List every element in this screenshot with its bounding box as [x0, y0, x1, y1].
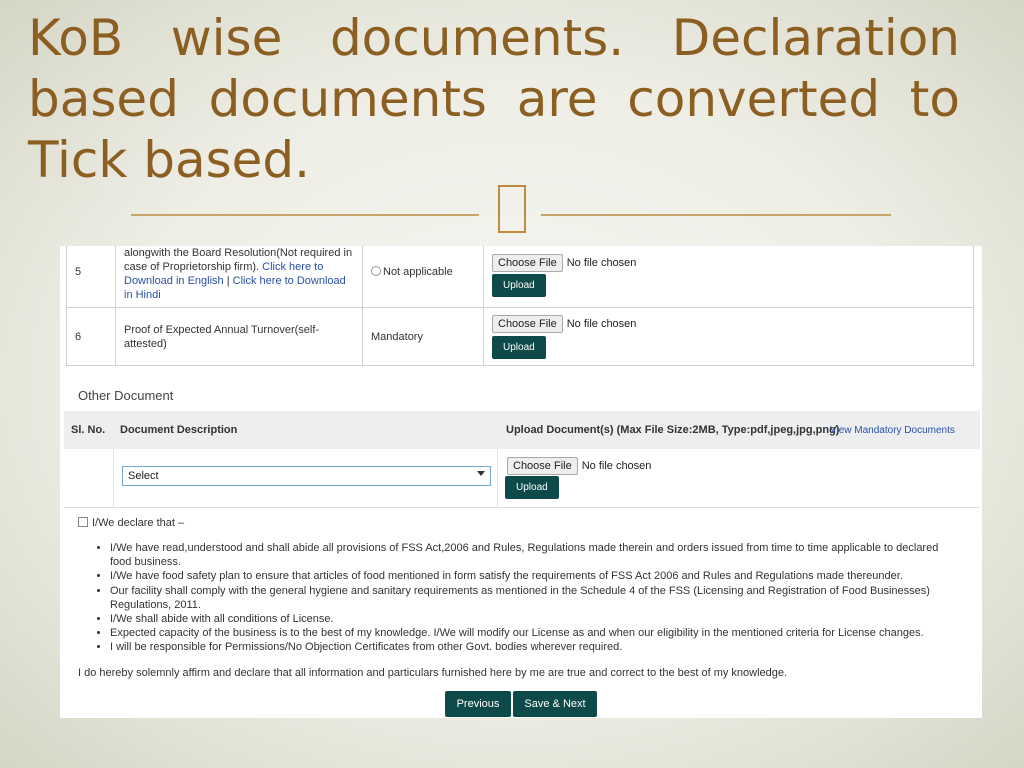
- other-upload-controls: Choose File No file chosen: [507, 457, 651, 475]
- requirement-label: Not applicable: [383, 266, 453, 278]
- list-item: I/We have food safety plan to ensure tha…: [110, 569, 960, 583]
- document-description-cell: Proof of Expected Annual Turnover(self-a…: [115, 307, 363, 366]
- other-document-row: Select Choose File No file chosen Upload: [64, 449, 980, 508]
- sl-no-cell: 6: [66, 307, 116, 366]
- file-status: No file chosen: [581, 460, 652, 472]
- title-divider: [0, 185, 1024, 235]
- upload-button[interactable]: Upload: [492, 273, 546, 297]
- document-description-cell: alongwith the Board Resolution(Not requi…: [115, 246, 363, 308]
- table-row: 5 alongwith the Board Resolution(Not req…: [66, 246, 974, 308]
- file-status: No file chosen: [566, 317, 637, 330]
- view-mandatory-documents-link[interactable]: View Mandatory Documents: [830, 425, 955, 436]
- sl-no-cell: 5: [66, 246, 116, 308]
- upload-cell: Choose File No file chosen Upload: [483, 307, 974, 366]
- slide-title: KoB wise documents. Declaration based do…: [28, 8, 960, 191]
- document-table: 5 alongwith the Board Resolution(Not req…: [66, 246, 974, 366]
- declaration-checkbox-row: I/We declare that –: [78, 517, 184, 529]
- choose-file-button[interactable]: Choose File: [492, 253, 563, 272]
- list-item: Our facility shall comply with the gener…: [110, 584, 960, 612]
- requirement-cell: Mandatory: [362, 307, 484, 366]
- divider-line-left: [131, 214, 479, 216]
- declare-label: I/We declare that –: [92, 517, 185, 529]
- col-upload-document: Upload Document(s) (Max File Size:2MB, T…: [506, 424, 840, 436]
- previous-button[interactable]: Previous: [445, 691, 511, 717]
- upload-button[interactable]: Upload: [492, 335, 546, 359]
- ornament-box-icon: [498, 185, 526, 233]
- slide-title-line-3: Tick based.: [28, 131, 311, 189]
- list-item: I/We shall abide with all conditions of …: [110, 612, 960, 626]
- form-screenshot: 5 alongwith the Board Resolution(Not req…: [60, 246, 982, 718]
- upload-cell: Choose File No file chosen Upload: [483, 246, 974, 308]
- other-document-header: Sl. No. Document Description Upload Docu…: [64, 411, 980, 449]
- table-row: 6 Proof of Expected Annual Turnover(self…: [66, 307, 974, 366]
- requirement-cell: Not applicable: [362, 246, 484, 308]
- dropdown-caret-icon: [477, 471, 485, 476]
- affirmation-text: I do hereby solemnly affirm and declare …: [78, 667, 788, 679]
- file-status: No file chosen: [566, 256, 637, 269]
- slide-title-line-1: KoB wise documents. Declaration: [28, 9, 960, 67]
- list-item: I will be responsible for Permissions/No…: [110, 640, 960, 654]
- slide-title-line-2: based documents are converted to: [28, 70, 960, 128]
- select-value: Select: [128, 470, 159, 482]
- list-item: Expected capacity of the business is to …: [110, 626, 960, 640]
- declaration-list: I/We have read,understood and shall abid…: [96, 541, 960, 655]
- not-applicable-radio[interactable]: [371, 266, 381, 276]
- col-sl-no: Sl. No.: [71, 424, 106, 436]
- column-separator: [113, 449, 114, 507]
- list-item: I/We have read,understood and shall abid…: [110, 541, 960, 569]
- other-document-title: Other Document: [78, 388, 174, 403]
- choose-file-button[interactable]: Choose File: [507, 457, 578, 475]
- col-document-description: Document Description: [120, 424, 238, 436]
- document-description-select[interactable]: Select: [122, 466, 491, 486]
- save-and-next-button[interactable]: Save & Next: [513, 691, 597, 717]
- column-separator: [497, 449, 498, 507]
- link-separator: |: [226, 274, 230, 287]
- divider-line-right: [541, 214, 891, 216]
- declare-checkbox[interactable]: [78, 517, 88, 527]
- upload-button[interactable]: Upload: [505, 476, 559, 499]
- choose-file-button[interactable]: Choose File: [492, 314, 563, 333]
